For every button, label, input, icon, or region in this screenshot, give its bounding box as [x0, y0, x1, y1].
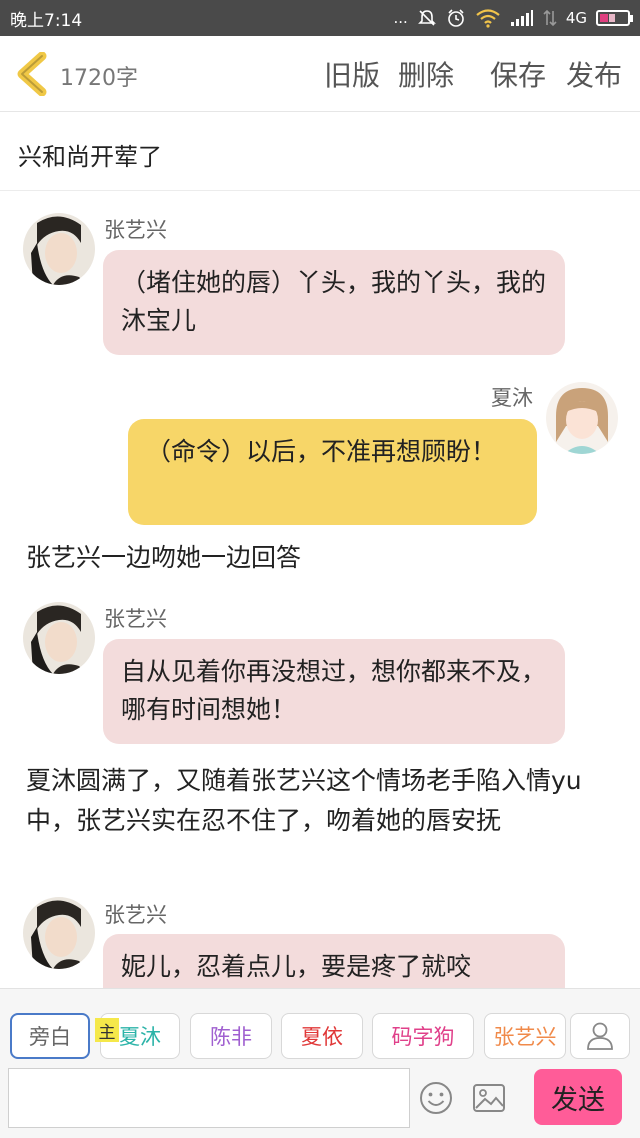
role-tab-zhang-yixing[interactable]: 张艺兴 — [484, 1013, 566, 1059]
emoji-button[interactable] — [418, 1080, 454, 1116]
speaker-name: 张艺兴 — [104, 218, 167, 242]
save-button[interactable]: 保存 — [490, 54, 546, 94]
message-bubble[interactable]: （堵住她的唇）丫头，我的丫头，我的沐宝儿 — [103, 250, 565, 355]
image-button[interactable] — [471, 1080, 507, 1116]
message-bubble[interactable]: 自从见着你再没想过，想你都来不及，哪有时间想她！ — [103, 639, 565, 744]
story-title-bar[interactable]: 兴和尚开荤了 — [0, 113, 640, 191]
role-label: 夏依 — [301, 1025, 343, 1049]
status-bar: 晚上7:14 ... 4G — [0, 0, 640, 36]
avatar-zhang-yixing[interactable] — [23, 213, 95, 285]
speaker-name: 张艺兴 — [104, 607, 167, 631]
avatar-zhang-yixing[interactable] — [23, 602, 95, 674]
send-button[interactable]: 发送 — [534, 1069, 622, 1125]
main-role-badge: 主 — [95, 1018, 119, 1043]
role-label: 旁白 — [29, 1025, 71, 1049]
role-label: 陈非 — [210, 1025, 252, 1049]
back-chevron-icon — [17, 51, 47, 97]
role-tab-xia-yi[interactable]: 夏依 — [281, 1013, 363, 1059]
word-count: 1720字 — [60, 66, 138, 91]
alarm-icon — [446, 8, 466, 28]
editor-header: 1720字 旧版 删除 保存 发布 — [0, 36, 640, 112]
role-tab-narrator[interactable]: 旁白 — [10, 1013, 90, 1059]
status-icons: ... 4G — [393, 5, 633, 31]
message-bubble[interactable]: 妮儿，忍着点儿，要是疼了就咬 — [103, 934, 565, 988]
image-icon — [473, 1084, 505, 1112]
emoji-icon — [420, 1082, 452, 1114]
network-type: 4G — [565, 9, 587, 27]
delete-button[interactable]: 删除 — [398, 54, 454, 94]
role-label: 码字狗 — [391, 1025, 455, 1049]
send-label: 发送 — [551, 1084, 605, 1116]
publish-button[interactable]: 发布 — [566, 54, 622, 94]
role-label: 夏沐 — [119, 1025, 161, 1049]
signal-icon — [510, 9, 534, 27]
story-title: 兴和尚开荤了 — [18, 143, 162, 171]
mute-icon — [417, 8, 437, 28]
role-tab-ma-zi-gou[interactable]: 码字狗 — [372, 1013, 474, 1059]
status-time: 晚上7:14 — [10, 11, 83, 31]
narration-text[interactable]: 张艺兴一边吻她一边回答 — [26, 538, 616, 578]
back-button[interactable] — [14, 51, 54, 97]
role-manage-button[interactable] — [570, 1013, 630, 1059]
role-label: 张艺兴 — [493, 1025, 557, 1049]
chat-content[interactable]: 张艺兴 （堵住她的唇）丫头，我的丫头，我的沐宝儿 夏沐 （命令）以后，不准再想顾… — [0, 192, 640, 988]
speaker-name: 夏沐 — [491, 386, 533, 410]
wifi-icon — [475, 8, 501, 28]
message-input[interactable] — [8, 1068, 410, 1128]
avatar-xia-mu[interactable] — [546, 382, 618, 454]
role-tab-chen-fei[interactable]: 陈非 — [190, 1013, 272, 1059]
narration-text[interactable]: 夏沐圆满了，又随着张艺兴这个情场老手陷入情yu中，张艺兴实在忍不住了，吻着她的唇… — [26, 761, 616, 841]
avatar-zhang-yixing[interactable] — [23, 897, 95, 969]
speaker-name: 张艺兴 — [104, 903, 167, 927]
status-dots: ... — [393, 9, 408, 27]
data-arrows-icon — [543, 9, 557, 27]
input-bar: 发送 — [0, 1066, 640, 1138]
message-bubble[interactable]: （命令）以后，不准再想顾盼！ — [128, 419, 537, 525]
old-version-button[interactable]: 旧版 — [324, 54, 380, 94]
battery-icon — [596, 10, 633, 26]
user-icon — [587, 1022, 613, 1050]
